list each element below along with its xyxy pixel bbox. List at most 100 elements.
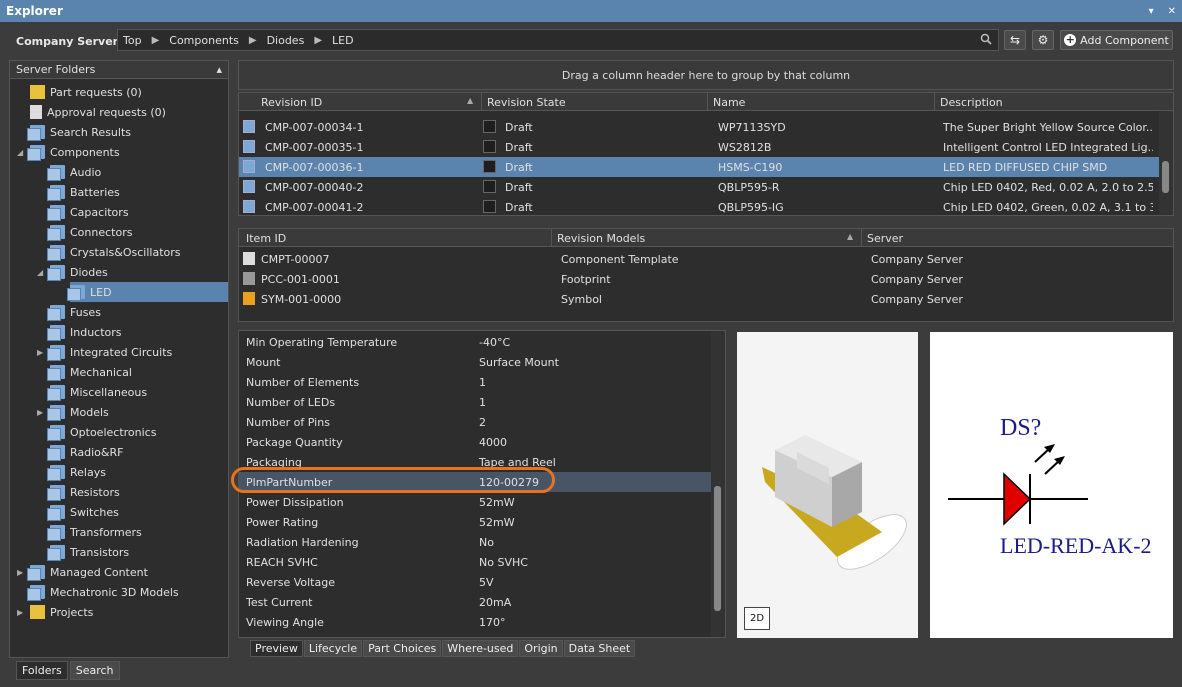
col-description[interactable]: Description xyxy=(940,96,1003,109)
col-item-id[interactable]: Item ID xyxy=(246,232,286,245)
tree-item-label: Inductors xyxy=(70,325,122,339)
property-row[interactable]: Power Rating 52mW xyxy=(239,512,713,532)
property-row[interactable]: Reverse Voltage 5V xyxy=(239,572,713,592)
tree-item-audio[interactable]: Audio xyxy=(47,162,101,182)
tab-part-choices[interactable]: Part Choices xyxy=(363,640,442,657)
close-icon[interactable]: ✕ xyxy=(1168,6,1176,17)
property-row[interactable]: Number of Elements 1 xyxy=(239,372,713,392)
collapse-icon[interactable]: ◢ xyxy=(37,268,43,277)
path-segment-components[interactable]: Components xyxy=(169,34,239,47)
tree-item-batteries[interactable]: Batteries xyxy=(47,182,120,202)
symbol-preview[interactable]: DS? LED-RED-AK-2 xyxy=(930,332,1173,638)
col-name[interactable]: Name xyxy=(713,96,745,109)
path-bar[interactable]: Top ▶ Components ▶ Diodes ▶ LED xyxy=(117,29,999,51)
path-segment-led[interactable]: LED xyxy=(332,34,354,47)
tree-item-label: Switches xyxy=(70,505,119,519)
tree-item-transistors[interactable]: Transistors xyxy=(47,542,129,562)
tree-item-components[interactable]: Components xyxy=(27,142,120,162)
tree-item-models[interactable]: Models xyxy=(47,402,109,422)
add-component-button[interactable]: + Add Component xyxy=(1060,30,1173,50)
tree-item-optoelectronics[interactable]: Optoelectronics xyxy=(47,422,156,442)
tree-item-transformers[interactable]: Transformers xyxy=(47,522,142,542)
tree-item-radio-rf[interactable]: Radio&RF xyxy=(47,442,123,462)
expand-icon[interactable]: ▶ xyxy=(17,568,23,577)
search-icon[interactable] xyxy=(980,33,992,48)
tree-item-connectors[interactable]: Connectors xyxy=(47,222,132,242)
tree-item-part-requests-0-[interactable]: Part requests (0) xyxy=(30,82,142,102)
expand-icon[interactable]: ▶ xyxy=(17,608,23,617)
2d-toggle-button[interactable]: 2D xyxy=(744,607,770,630)
server-selector[interactable]: Company Server ▾ xyxy=(16,35,127,48)
state-checkbox[interactable] xyxy=(483,180,496,193)
property-row[interactable]: Test Current 20mA xyxy=(239,592,713,612)
tree-item-inductors[interactable]: Inductors xyxy=(47,322,122,342)
properties-scrollbar[interactable] xyxy=(711,331,725,637)
tree-item-search-results[interactable]: Search Results xyxy=(27,122,131,142)
collapse-icon[interactable]: ◢ xyxy=(17,148,23,157)
tree-item-mechatronic-3d-models[interactable]: Mechatronic 3D Models xyxy=(27,582,179,602)
tree-item-approval-requests-0-[interactable]: Approval requests (0) xyxy=(30,102,166,122)
property-row[interactable]: Mount Surface Mount xyxy=(239,352,713,372)
revision-row[interactable]: CMP-007-00041-2 Draft QBLP595-IG Chip LE… xyxy=(239,197,1161,215)
col-revision-state[interactable]: Revision State xyxy=(487,96,566,109)
folder-icon xyxy=(47,305,65,321)
path-segment-top[interactable]: Top xyxy=(123,34,142,47)
property-row[interactable]: Min Operating Temperature -40°C xyxy=(239,332,713,352)
property-row[interactable]: REACH SVHC No SVHC xyxy=(239,552,713,572)
collapse-icon[interactable]: ▴ xyxy=(216,63,222,76)
tree-item-crystals-oscillators[interactable]: Crystals&Oscillators xyxy=(47,242,181,262)
model-row[interactable]: SYM-001-0000 Symbol Company Server xyxy=(239,289,1173,309)
tree-item-diodes[interactable]: Diodes xyxy=(47,262,108,282)
tree-item-integrated-circuits[interactable]: Integrated Circuits xyxy=(47,342,172,362)
tree-item-relays[interactable]: Relays xyxy=(47,462,106,482)
3d-preview[interactable] xyxy=(737,332,918,638)
tree-item-capacitors[interactable]: Capacitors xyxy=(47,202,129,222)
tree-item-led[interactable]: LED xyxy=(67,282,228,302)
tab-preview[interactable]: Preview xyxy=(250,640,303,657)
property-row[interactable]: Package Quantity 4000 xyxy=(239,432,713,452)
model-row[interactable]: CMPT-00007 Component Template Company Se… xyxy=(239,249,1173,269)
revision-row[interactable]: CMP-007-00034-1 Draft WP7113SYD The Supe… xyxy=(239,117,1161,137)
tree-item-projects[interactable]: Projects xyxy=(30,602,93,622)
revision-row[interactable]: CMP-007-00035-1 Draft WS2812B Intelligen… xyxy=(239,137,1161,157)
model-row[interactable]: PCC-001-0001 Footprint Company Server xyxy=(239,269,1173,289)
state-checkbox[interactable] xyxy=(483,200,496,213)
tree-item-fuses[interactable]: Fuses xyxy=(47,302,101,322)
property-row[interactable]: Viewing Angle 170° xyxy=(239,612,713,632)
expand-icon[interactable]: ▶ xyxy=(37,348,43,357)
tree-item-managed-content[interactable]: Managed Content xyxy=(27,562,148,582)
property-row[interactable]: Power Dissipation 52mW xyxy=(239,492,713,512)
col-revision-models[interactable]: Revision Models xyxy=(557,232,645,245)
tree-item-label: Models xyxy=(70,405,109,419)
expand-icon[interactable]: ▶ xyxy=(37,408,43,417)
refresh-button[interactable]: ⇆ xyxy=(1004,30,1026,50)
col-server[interactable]: Server xyxy=(867,232,903,245)
property-row[interactable]: Wavelength 635 xyxy=(239,632,713,637)
tree-item-label: Fuses xyxy=(70,305,101,319)
tree-item-resistors[interactable]: Resistors xyxy=(47,482,120,502)
revision-row[interactable]: CMP-007-00036-1 Draft HSMS-C190 LED RED … xyxy=(239,157,1161,177)
revisions-scrollbar[interactable] xyxy=(1159,111,1173,215)
state-checkbox[interactable] xyxy=(483,120,496,133)
tab-where-used[interactable]: Where-used xyxy=(442,640,519,657)
revision-row[interactable]: CMP-007-00040-2 Draft QBLP595-R Chip LED… xyxy=(239,177,1161,197)
path-segment-diodes[interactable]: Diodes xyxy=(267,34,305,47)
property-row[interactable]: Number of Pins 2 xyxy=(239,412,713,432)
property-row[interactable]: Radiation Hardening No xyxy=(239,532,713,552)
tab-lifecycle[interactable]: Lifecycle xyxy=(303,640,363,657)
tree-item-mechanical[interactable]: Mechanical xyxy=(47,362,132,382)
state-checkbox[interactable] xyxy=(483,140,496,153)
component-icon xyxy=(243,180,255,193)
property-row[interactable]: Number of LEDs 1 xyxy=(239,392,713,412)
col-revision-id[interactable]: Revision ID xyxy=(261,96,322,109)
tree-item-miscellaneous[interactable]: Miscellaneous xyxy=(47,382,147,402)
group-by-bar[interactable]: Drag a column header here to group by th… xyxy=(238,60,1174,90)
tab-origin[interactable]: Origin xyxy=(519,640,563,657)
pin-icon[interactable]: ▾ xyxy=(1149,6,1154,17)
settings-button[interactable]: ⚙ xyxy=(1032,30,1054,50)
state-checkbox[interactable] xyxy=(483,160,496,173)
tab-search[interactable]: Search xyxy=(69,661,120,680)
tab-data-sheet[interactable]: Data Sheet xyxy=(563,640,636,657)
tab-folders[interactable]: Folders xyxy=(16,661,68,680)
tree-item-switches[interactable]: Switches xyxy=(47,502,119,522)
